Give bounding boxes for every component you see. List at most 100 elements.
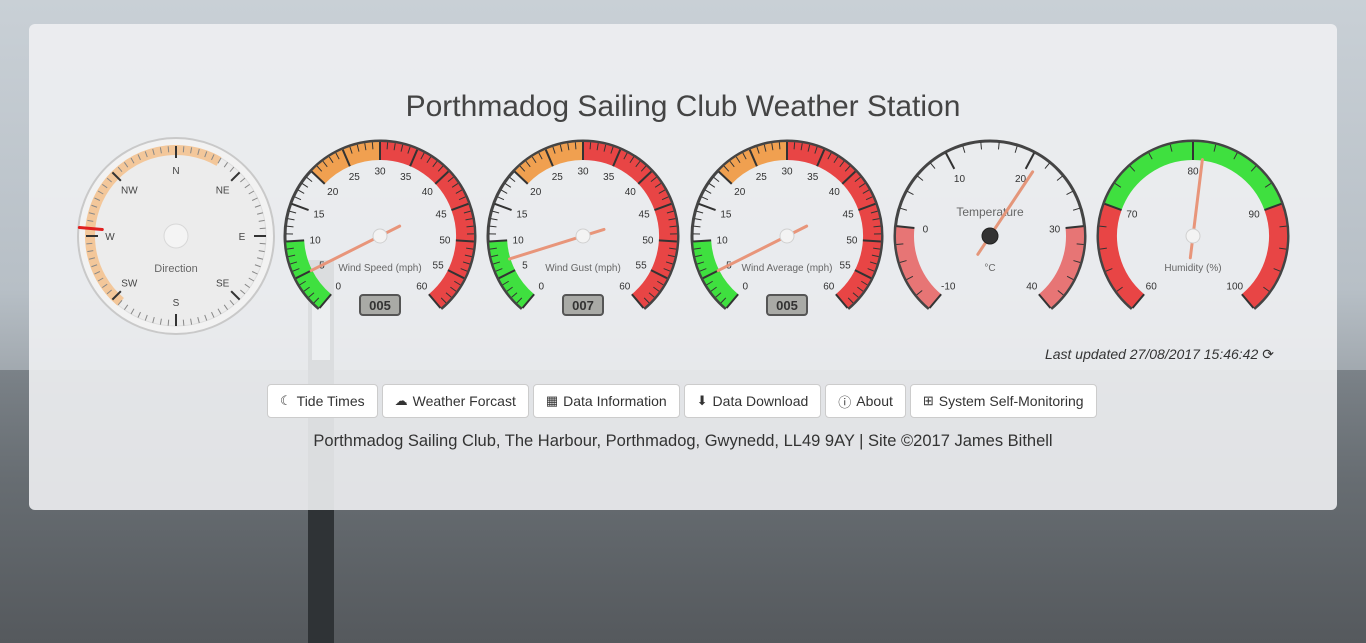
wind-gust-minor-tick [497,196,505,201]
cloud-icon: ☁ [394,393,408,408]
wind-speed-display-value: 005 [369,298,391,313]
wind-gust-tick-label: 25 [552,172,564,183]
last-updated-text: Last updated 27/08/2017 15:46:42 [1044,346,1259,362]
wind-average-tick-label: 20 [734,187,746,198]
temperature-hub [981,227,999,245]
wind-gust-tick-label: 10 [513,235,525,246]
temperature-minor-tick [1066,190,1073,196]
wind-gust-label: Wind Gust (mph) [545,263,621,274]
wind-speed-major-tick [286,239,305,243]
wind-average-minor-tick [708,183,716,188]
data-information-button[interactable]: ▦ Data Information [532,384,680,418]
compass-tick [259,227,266,230]
wind-average-minor-tick [793,142,796,150]
temperature-minor-tick [962,145,966,153]
wind-gust-major-tick [489,239,508,243]
wind-average-tick-label: 60 [823,281,835,292]
wind-speed-svg: 051015202530354045505560Wind Speed (mph)… [283,139,477,316]
wind-speed-tick-label: 0 [335,281,341,292]
wind-gust-tick-label: 0 [538,281,544,292]
wind-gust-tick-label: 55 [636,261,648,272]
temperature-tick-label: 0 [923,225,929,236]
wind-average-hub [779,228,795,244]
compass-hub [163,223,189,249]
wind-average-major-tick [693,239,712,243]
wind-average-tick-label: 30 [781,167,793,178]
info-icon: ⓘ [838,394,852,410]
wind-average-minor-tick [713,176,720,183]
wind-average-tick-label: 25 [756,172,768,183]
wind-speed-minor-tick [287,218,295,221]
wind-gust-minor-tick [589,142,592,150]
wind-gust-tick-label: 60 [619,281,631,292]
temperature-minor-tick [917,175,924,181]
table-icon: ▦ [545,393,559,408]
humidity-tick-label: 100 [1226,281,1243,292]
wind-gust-hub [575,228,591,244]
wind-speed-minor-tick [289,210,297,214]
refresh-icon[interactable]: ⟳ [1262,346,1274,362]
humidity-gauge: 60 70 80 90 100 Humidity (%) [1093,136,1293,321]
wind-speed-minor-tick [294,196,302,201]
humidity-label: Humidity (%) [1164,263,1221,274]
temperature-minor-tick [980,142,983,150]
compass-tick [259,242,266,245]
wind-speed-tick-label: 55 [433,261,445,272]
humidity-tick-label: 80 [1187,167,1199,178]
wind-speed-tick-label: 10 [310,235,322,246]
temperature-svg: -10010 203040Temperature°C [893,139,1087,310]
wind-gust-minor-tick [489,225,497,228]
temperature-minor-tick [930,162,936,169]
wind-gust-tick-label: 50 [642,235,654,246]
temperature-unit: °C [984,263,995,274]
weather-forecast-button[interactable]: ☁ Weather Forcast [381,384,529,418]
data-download-button[interactable]: ⬇ Data Download [683,384,822,418]
temperature-zone [896,226,942,309]
wind-gust-tick-label: 20 [530,187,542,198]
footer: Porthmadog Sailing Club, The Harbour, Po… [313,432,1053,450]
wind-speed-tick-label: 45 [436,209,448,220]
wind-speed-tick-label: 20 [327,187,339,198]
system-self-monitoring-button[interactable]: ⊞ System Self-Monitoring [909,384,1097,418]
wind-gust-minor-tick [500,189,508,194]
compass-label: S [173,298,180,309]
wind-speed-tick-label: 35 [400,172,412,183]
compass-pointer [77,226,104,232]
temperature-minor-tick [1014,145,1018,153]
wind-average-major-tick [862,239,881,243]
wind-average-tick-label: 15 [720,209,732,220]
wind-gust-tick-label: 5 [522,261,528,272]
wind-speed-minor-tick [386,142,389,150]
temperature-minor-tick [1056,175,1063,181]
wind-average-label: Wind Average (mph) [742,263,833,274]
temperature-minor-tick [997,142,1000,150]
wind-gust-gauge: 0 5 10 15 20 25 30 35 40 45 50 55 60 Wind Gust (mph) 0… [483,136,683,321]
wind-speed-minor-tick [371,142,374,150]
wind-speed-minor-tick [286,225,294,228]
temperature-zone [1038,226,1084,309]
wind-speed-tick-label: 40 [422,187,434,198]
temperature-tick-label: 10 [954,174,966,185]
compass-svg: N NE E SE S SW W NW Direction [77,137,275,335]
wind-gust-display-value: 007 [572,298,594,313]
temperature-minor-tick [1044,162,1050,169]
wind-average-minor-tick [696,210,704,214]
temperature-minor-tick [900,207,908,211]
compass-label: W [105,232,115,243]
cloud-download-icon: ⬇ [696,393,708,408]
about-button[interactable]: ⓘ About [825,384,906,418]
wind-speed-major-tick [455,239,474,243]
humidity-tick-label: 90 [1249,209,1261,220]
wind-speed-tick-label: 50 [439,235,451,246]
tide-times-button[interactable]: ☾ Tide Times [267,384,378,418]
humidity-svg: 60 70 80 90 100 Humidity (%) [1096,139,1290,310]
wind-average-tick-label: 0 [742,281,748,292]
wind-speed-major-tick [291,202,309,211]
wind-speed-tick-label: 30 [374,167,386,178]
compass-title: Direction [154,263,197,275]
temperature-tick-label: 30 [1049,225,1061,236]
humidity-tick-label: 60 [1146,281,1158,292]
moon-icon: ☾ [280,393,292,408]
compass-label: SE [216,279,230,290]
wind-average-minor-tick [694,218,702,221]
